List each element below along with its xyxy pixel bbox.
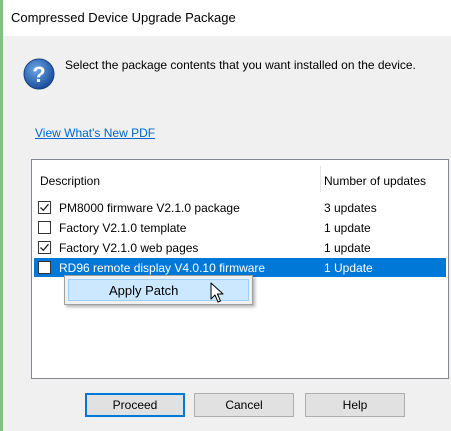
window-title: Compressed Device Upgrade Package xyxy=(11,10,236,25)
message-text: Select the package contents that you wan… xyxy=(65,58,416,72)
context-menu: Apply Patch xyxy=(64,275,253,305)
item-update-count: 1 update xyxy=(324,221,371,235)
item-update-count: 3 updates xyxy=(324,201,377,215)
title-bar[interactable]: Compressed Device Upgrade Package xyxy=(3,0,451,36)
check-mark-icon xyxy=(40,243,49,252)
dialog-content: ? Select the package contents that you w… xyxy=(3,36,451,431)
dialog-window: Compressed Device Upgrade Package ? Sele… xyxy=(3,0,451,431)
help-button[interactable]: Help xyxy=(305,393,405,417)
list-item[interactable]: PM8000 firmware V2.1.0 package 3 updates xyxy=(34,198,446,217)
column-header-number-of-updates[interactable]: Number of updates xyxy=(324,174,426,188)
column-divider xyxy=(320,166,321,192)
item-update-count: 1 update xyxy=(324,241,371,255)
item-description: RD96 remote display V4.0.10 firmware xyxy=(59,261,266,275)
list-item[interactable]: Factory V2.1.0 web pages 1 update xyxy=(34,238,446,257)
checkbox[interactable] xyxy=(38,261,51,274)
checkbox[interactable] xyxy=(38,221,51,234)
item-update-count: 1 Update xyxy=(324,261,373,275)
proceed-button[interactable]: Proceed xyxy=(85,393,185,417)
cancel-button[interactable]: Cancel xyxy=(194,393,294,417)
column-header-description[interactable]: Description xyxy=(40,174,100,188)
list-header: Description Number of updates xyxy=(32,160,448,192)
whats-new-pdf-link[interactable]: View What's New PDF xyxy=(35,126,155,140)
package-contents-list[interactable]: Description Number of updates PM8000 fir… xyxy=(31,159,449,379)
checkbox[interactable] xyxy=(38,241,51,254)
list-item[interactable]: Factory V2.1.0 template 1 update xyxy=(34,218,446,237)
item-description: Factory V2.1.0 template xyxy=(59,221,187,235)
svg-text:?: ? xyxy=(32,62,45,87)
question-icon: ? xyxy=(23,58,55,90)
check-mark-icon xyxy=(40,203,49,212)
item-description: Factory V2.1.0 web pages xyxy=(59,241,199,255)
menu-item-label: Apply Patch xyxy=(109,283,179,298)
mouse-pointer-icon xyxy=(210,282,224,307)
checkbox[interactable] xyxy=(38,201,51,214)
item-description: PM8000 firmware V2.1.0 package xyxy=(59,201,240,215)
